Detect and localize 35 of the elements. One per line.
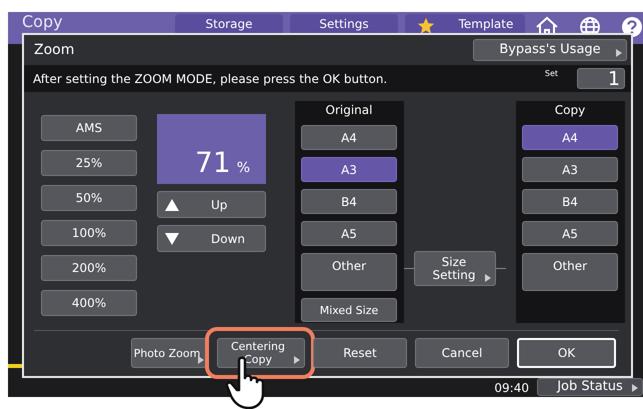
down-button[interactable]: Down [157,225,266,252]
up-button[interactable]: Up [157,191,266,218]
set-label: Set [544,69,558,78]
zoom-unit: % [236,160,250,176]
preset-button[interactable]: 50% [41,185,137,211]
panel-label: Original [324,103,374,117]
other-size-button[interactable]: Other [522,253,618,291]
other-size-button[interactable]: Other [301,253,397,291]
bypass-usage-button[interactable]: Bypass's Usage [473,38,627,60]
size-setting-button[interactable]: Size Setting [414,251,496,286]
app-title: Copy [22,13,64,31]
size-button[interactable]: B4 [522,189,618,214]
size-button[interactable]: A4 [301,125,397,150]
preset-button[interactable]: 25% [41,150,137,176]
size-button[interactable]: A5 [522,221,618,246]
job-status-button[interactable]: Job Status [537,378,643,396]
preset-button[interactable]: 400% [41,290,137,316]
dialog-title: Zoom [34,42,74,58]
size-button[interactable]: A5 [301,221,397,246]
footer-button[interactable]: Reset [313,338,407,368]
panel-label: Copy [554,103,586,117]
preset-button[interactable]: 200% [41,255,137,281]
preset-button[interactable]: AMS [41,115,137,141]
zoom-value: 71 [195,148,231,178]
size-button[interactable]: B4 [301,189,397,214]
size-button[interactable]: A3 [522,157,618,182]
footer-button[interactable]: OK [517,338,616,368]
clock-time: 09:40 [494,381,529,395]
preset-button[interactable]: 100% [41,220,137,246]
copies-field[interactable]: 1 [577,68,625,89]
size-button[interactable]: A4 [522,125,618,150]
instruction-text: After setting the ZOOM MODE, please press the OK button. [33,72,388,86]
mixed-size-button[interactable]: Mixed Size [301,298,397,322]
footer-button[interactable]: Cancel [415,338,509,368]
size-button[interactable]: A3 [301,157,397,182]
